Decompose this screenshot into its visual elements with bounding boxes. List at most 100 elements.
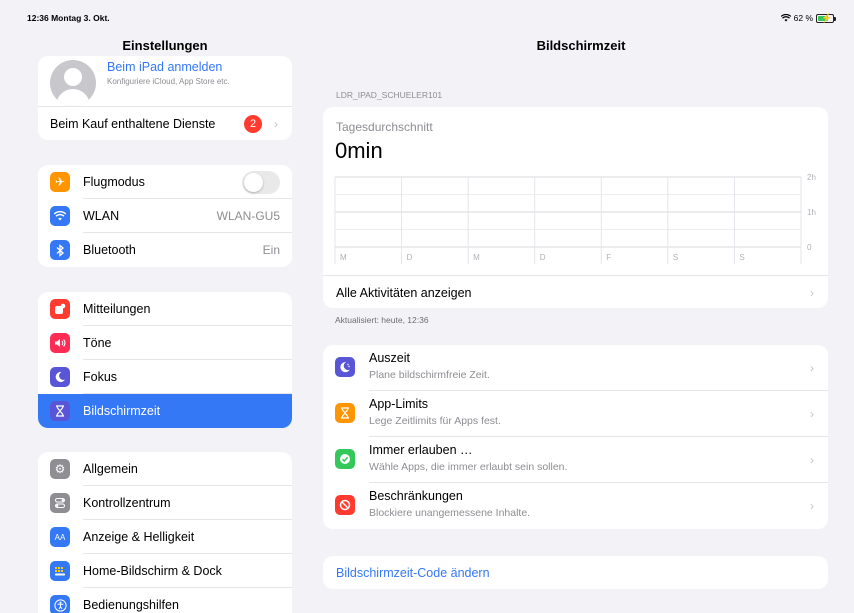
x-tick-label: F: [606, 253, 611, 262]
accessibility-icon: [50, 595, 70, 613]
sidebar-item-label: Töne: [83, 336, 112, 350]
account-sign-in: Beim iPad anmelden: [107, 60, 223, 74]
sidebar-item-display[interactable]: AA Anzeige & Helligkeit: [38, 520, 292, 554]
x-tick-label: S: [673, 253, 678, 262]
chevron-right-icon: ›: [810, 499, 814, 513]
page-title: Bildschirmzeit: [536, 38, 626, 53]
sidebar-item-home-screen[interactable]: Home-Bildschirm & Dock: [38, 554, 292, 588]
x-tick-label: M: [473, 253, 480, 262]
y-tick-label: 1h: [807, 208, 816, 217]
app-limits-row[interactable]: App-Limits Lege Zeitlimits für Apps fest…: [323, 391, 828, 437]
downtime-icon: [335, 357, 355, 377]
sidebar-item-purchased-services[interactable]: Beim Kauf enthaltene Dienste 2 ›: [38, 106, 292, 140]
sidebar-item-label: Anzeige & Helligkeit: [83, 530, 195, 544]
bluetooth-icon: [50, 240, 70, 260]
notifications-icon: [50, 299, 70, 319]
sidebar-item-label: Fokus: [83, 370, 118, 384]
feature-subtitle: Plane bildschirmfreie Zeit.: [369, 369, 490, 381]
feature-title: Beschränkungen: [369, 489, 463, 503]
notifications-group: Mitteilungen Töne Fokus Bildschirmzeit: [38, 292, 292, 428]
airplane-icon: ✈: [50, 172, 70, 192]
sidebar-item-label: Bluetooth: [83, 243, 136, 257]
wifi-status-icon: [780, 14, 791, 22]
home-screen-icon: [50, 561, 70, 581]
downtime-row[interactable]: Auszeit Plane bildschirmfreie Zeit. ›: [323, 345, 828, 391]
sidebar-item-wlan[interactable]: WLAN WLAN-GU5: [38, 199, 292, 233]
x-tick-label: D: [407, 253, 413, 262]
feature-subtitle: Lege Zeitlimits für Apps fest.: [369, 415, 501, 427]
x-tick-label: S: [739, 253, 744, 262]
sidebar-item-label: Bildschirmzeit: [83, 404, 161, 418]
sidebar-item-label: WLAN: [83, 209, 120, 223]
sidebar-item-bluetooth[interactable]: Bluetooth Ein: [38, 233, 292, 267]
chevron-right-icon: ›: [810, 361, 814, 375]
sidebar-item-label: Bedienungshilfen: [83, 598, 179, 612]
x-tick-label: D: [540, 253, 546, 262]
sidebar-item-general[interactable]: ⚙ Allgemein: [38, 452, 292, 486]
sidebar-item-focus[interactable]: Fokus: [38, 360, 292, 394]
usage-chart: 2h 1h 0 M D M D F S S: [334, 173, 816, 264]
sidebar-item-label: Allgemein: [83, 462, 138, 476]
avatar: [50, 60, 96, 106]
display-icon: AA: [50, 527, 70, 547]
account-row[interactable]: Beim iPad anmelden Konfiguriere iCloud, …: [38, 56, 292, 106]
sidebar-item-label: Kontrollzentrum: [83, 496, 171, 510]
feature-title: App-Limits: [369, 397, 429, 411]
sidebar-item-label: Flugmodus: [83, 175, 145, 189]
feature-subtitle: Wähle Apps, die immer erlaubt sein solle…: [369, 461, 568, 473]
control-center-icon: [50, 493, 70, 513]
sidebar-item-accessibility[interactable]: Bedienungshilfen: [38, 588, 292, 613]
sidebar-item-airplane-mode[interactable]: ✈ Flugmodus: [38, 165, 292, 199]
status-time: 12:36 Montag 3. Okt.: [27, 13, 110, 23]
see-all-activity-label: Alle Aktivitäten anzeigen: [336, 286, 472, 300]
feature-title: Immer erlauben …: [369, 443, 473, 457]
screen-time-pane: Bildschirmzeit LDR_IPAD_SCHUELER101 Tage…: [308, 12, 854, 613]
bluetooth-value: Ein: [262, 243, 280, 257]
ipad-screen: 12:36 Montag 3. Okt. 62 % ⚡ Einstellunge…: [0, 0, 854, 613]
features-card: Auszeit Plane bildschirmfreie Zeit. › Ap…: [323, 345, 828, 529]
restrictions-row[interactable]: Beschränkungen Blockiere unangemessene I…: [323, 483, 828, 529]
feature-title: Auszeit: [369, 351, 410, 365]
charging-icon: ⚡: [821, 12, 833, 23]
x-tick-label: M: [340, 253, 347, 262]
sidebar-title: Einstellungen: [122, 38, 208, 53]
hourglass-icon: [50, 401, 70, 421]
always-allowed-row[interactable]: Immer erlauben … Wähle Apps, die immer e…: [323, 437, 828, 483]
battery-percent: 62 %: [793, 13, 813, 23]
sidebar-item-label: Beim Kauf enthaltene Dienste: [50, 116, 216, 131]
sidebar-item-label: Home-Bildschirm & Dock: [83, 564, 222, 578]
status-right: 62 % ⚡: [780, 12, 836, 23]
sidebar-item-notifications[interactable]: Mitteilungen: [38, 292, 292, 326]
y-tick-label: 0: [807, 243, 812, 252]
connectivity-group: ✈ Flugmodus WLAN WLAN-GU5 Bluetooth Ein: [38, 165, 292, 267]
change-code-card: Bildschirmzeit-Code ändern: [323, 556, 828, 589]
airplane-mode-toggle[interactable]: [242, 170, 280, 194]
status-bar: 12:36 Montag 3. Okt. 62 % ⚡: [0, 0, 854, 23]
chevron-right-icon: ›: [274, 116, 278, 131]
chevron-right-icon: ›: [810, 453, 814, 467]
account-subtitle: Konfiguriere iCloud, App Store etc.: [107, 77, 230, 86]
sidebar-item-screen-time[interactable]: Bildschirmzeit: [38, 394, 292, 428]
updated-timestamp: Aktualisiert: heute, 12:36: [335, 315, 429, 325]
purchase-group: Beim Kauf enthaltene Dienste 2 ›: [38, 106, 292, 140]
y-tick-label: 2h: [807, 173, 816, 182]
change-passcode-button[interactable]: Bildschirmzeit-Code ändern: [336, 566, 490, 580]
general-group: ⚙ Allgemein Kontrollzentrum AA Anzeige &…: [38, 452, 292, 613]
usage-card: Tagesdurchschnitt 0min 2h 1h 0 M D M D F S S Alle…: [323, 107, 828, 308]
device-name: LDR_IPAD_SCHUELER101: [336, 90, 443, 100]
sidebar-item-control-center[interactable]: Kontrollzentrum: [38, 486, 292, 520]
see-all-activity-row[interactable]: Alle Aktivitäten anzeigen ›: [323, 275, 828, 308]
restriction-icon: [335, 495, 355, 515]
chevron-right-icon: ›: [810, 407, 814, 421]
feature-subtitle: Blockiere unangemessene Inhalte.: [369, 507, 531, 519]
sidebar-item-label: Mitteilungen: [83, 302, 151, 316]
wlan-value: WLAN-GU5: [216, 209, 280, 223]
chevron-right-icon: ›: [810, 286, 814, 300]
moon-icon: [50, 367, 70, 387]
sound-icon: [50, 333, 70, 353]
sidebar-item-sounds[interactable]: Töne: [38, 326, 292, 360]
settings-sidebar: Einstellungen Beim iPad anmelden Konfigu…: [22, 12, 308, 613]
battery-icon: ⚡: [816, 12, 836, 23]
checkmark-icon: [335, 449, 355, 469]
gear-icon: ⚙: [50, 459, 70, 479]
